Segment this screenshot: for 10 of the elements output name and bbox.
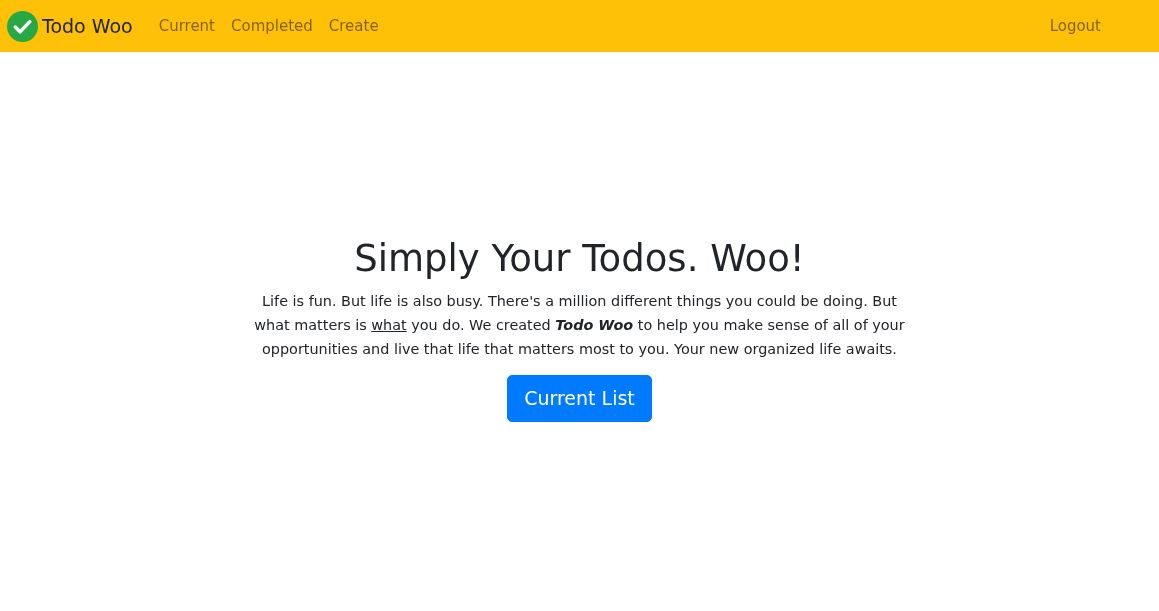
brand-link[interactable]: Todo Woo — [7, 10, 133, 42]
nav-link[interactable]: Create — [320, 14, 387, 38]
current-list-button[interactable]: Current List — [507, 375, 652, 422]
hero-title: Simply Your Todos. Woo! — [354, 237, 805, 282]
nav-link[interactable]: Completed — [223, 14, 321, 38]
intro-paragraph: Life is fun. But life is also busy. There's a million different things you could be doing. But what matters is what you do. We created Todo Woo to help you make sense of all of your opportunities and live that life that matters most to you. Your new organized life awaits. — [253, 292, 906, 360]
brand-name: Todo Woo — [42, 13, 133, 39]
nav-link[interactable]: Current — [150, 14, 223, 38]
check-circle-icon — [7, 10, 38, 42]
logout-link[interactable]: Logout — [1041, 14, 1109, 38]
